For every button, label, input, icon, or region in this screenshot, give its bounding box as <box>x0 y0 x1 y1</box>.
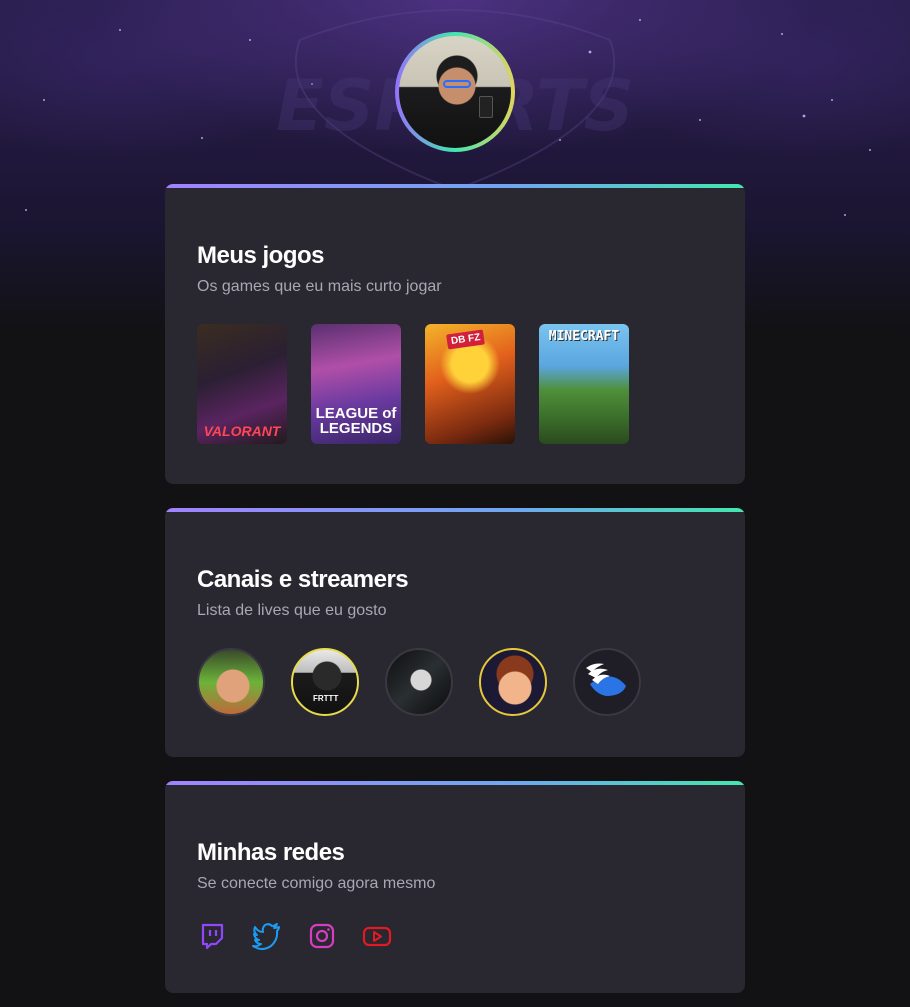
game-cover-dragon-ball-fighterz[interactable]: DB FZ <box>425 324 515 444</box>
streamers-title: Canais e streamers <box>197 566 409 593</box>
game-cover-league-of-legends[interactable]: LEAGUE of LEGENDS <box>311 324 401 444</box>
instagram-icon <box>309 923 335 949</box>
twitch-link[interactable] <box>197 921 227 951</box>
games-subtitle: Os games que eu mais curto jogar <box>197 278 442 295</box>
game-cover-label: LEAGUE of LEGENDS <box>315 405 397 437</box>
social-card: Minhas redes Se conecte comigo agora mes… <box>165 781 745 993</box>
streamer-avatar-1[interactable] <box>197 648 265 716</box>
game-cover-label: MINECRAFT <box>548 329 620 344</box>
game-cover-minecraft[interactable]: MINECRAFT <box>539 324 629 444</box>
social-subtitle: Se conecte comigo agora mesmo <box>197 875 436 892</box>
instagram-link[interactable] <box>307 921 337 951</box>
profile-avatar <box>399 36 511 148</box>
streamers-list: FRTTT <box>197 648 713 716</box>
dbfz-logo: DB FZ <box>446 329 486 350</box>
youtube-link[interactable] <box>362 921 392 951</box>
twitch-icon <box>201 923 224 950</box>
streamer-shirt-label: FRTTT <box>313 694 339 703</box>
avatar-phone <box>479 96 493 118</box>
social-links <box>197 921 713 951</box>
streamers-subtitle: Lista de lives que eu gosto <box>197 602 387 619</box>
profile-avatar-ring <box>395 32 515 152</box>
avatar-glasses <box>443 80 471 88</box>
youtube-icon <box>362 926 392 947</box>
game-cover-label: VALORANT <box>203 423 281 439</box>
streamer-avatar-3[interactable] <box>385 648 453 716</box>
games-card: Meus jogos Os games que eu mais curto jo… <box>165 184 745 484</box>
game-cover-valorant[interactable]: VALORANT <box>197 324 287 444</box>
streamer-avatar-2[interactable]: FRTTT <box>291 648 359 716</box>
streamer-avatar-5[interactable] <box>573 648 641 716</box>
games-list: VALORANT LEAGUE of LEGENDS DB FZ MINECRA… <box>197 324 713 444</box>
streamers-card: Canais e streamers Lista de lives que eu… <box>165 508 745 757</box>
winged-logo-icon <box>586 663 626 696</box>
twitter-icon <box>252 923 280 950</box>
games-title: Meus jogos <box>197 242 325 269</box>
streamer-avatar-4[interactable] <box>479 648 547 716</box>
social-title: Minhas redes <box>197 839 345 866</box>
twitter-link[interactable] <box>252 921 282 951</box>
